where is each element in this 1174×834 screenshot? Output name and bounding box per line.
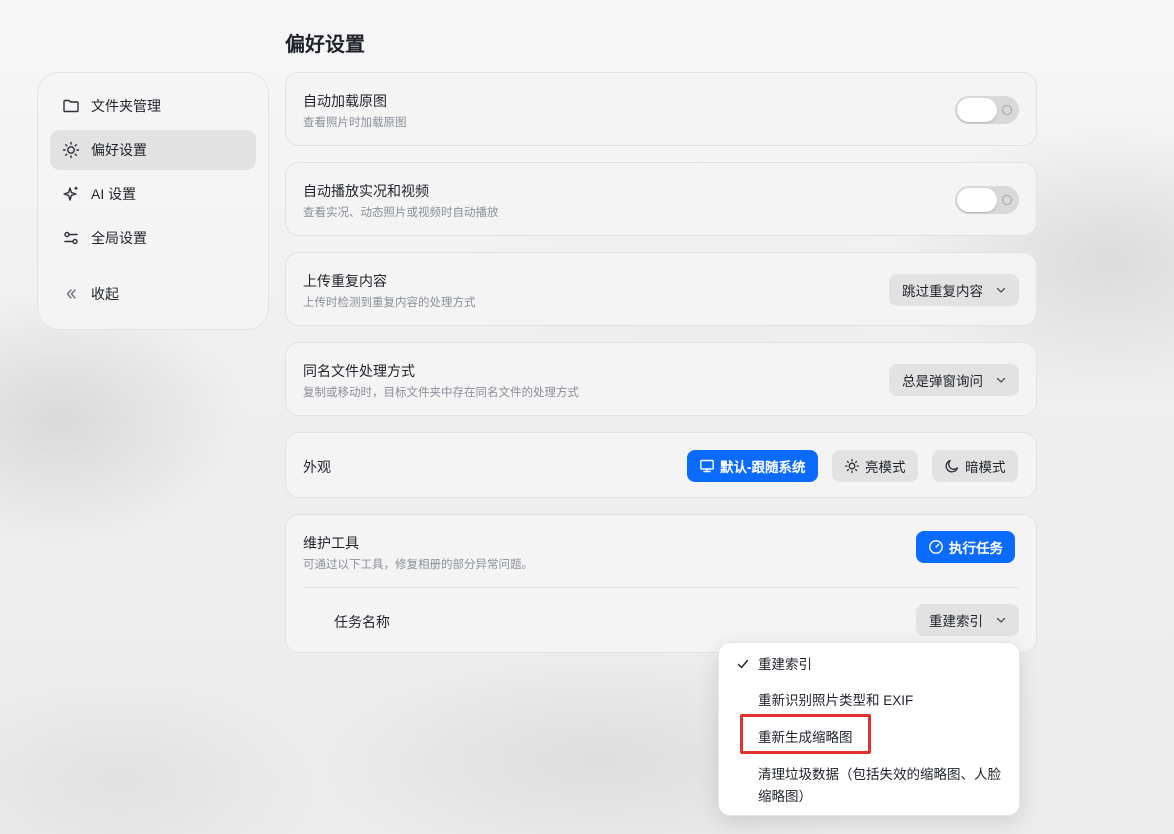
sun-icon bbox=[844, 458, 860, 474]
setting-card-appearance: 外观 默认-跟随系统 亮模式 暗模式 bbox=[285, 432, 1037, 498]
dropdown-option-reidentify-exif[interactable]: 重新识别照片类型和 EXIF bbox=[758, 690, 913, 712]
sidebar-item-ai-settings[interactable]: AI 设置 bbox=[50, 174, 256, 214]
sparkle-icon bbox=[62, 185, 80, 203]
sidebar-collapse-button[interactable]: 收起 bbox=[50, 274, 256, 314]
task-name-label: 任务名称 bbox=[334, 614, 390, 630]
gauge-icon bbox=[929, 540, 943, 554]
setting-description: 查看照片时加载原图 bbox=[303, 117, 407, 129]
setting-card-same-name: 同名文件处理方式 复制或移动时，目标文件夹中存在同名文件的处理方式 总是弹窗询问 bbox=[285, 342, 1037, 416]
run-task-button[interactable]: 执行任务 bbox=[916, 531, 1015, 563]
run-task-label: 执行任务 bbox=[949, 541, 1003, 556]
toggle-knob bbox=[957, 188, 997, 212]
folder-icon bbox=[62, 97, 80, 115]
setting-title: 自动播放实况和视频 bbox=[303, 183, 429, 199]
task-select[interactable]: 重建索引 bbox=[916, 604, 1019, 636]
sun-icon bbox=[62, 141, 80, 159]
sidebar-item-label: 全局设置 bbox=[91, 230, 147, 246]
select-value: 重建索引 bbox=[929, 614, 983, 629]
appearance-option-label: 默认-跟随系统 bbox=[720, 460, 806, 475]
setting-description: 查看实况、动态照片或视频时自动播放 bbox=[303, 207, 499, 219]
double-chevron-left-icon bbox=[62, 285, 80, 303]
same-name-select[interactable]: 总是弹窗询问 bbox=[889, 364, 1019, 396]
setting-description: 可通过以下工具，修复相册的部分异常问题。 bbox=[303, 559, 533, 571]
monitor-icon bbox=[700, 459, 714, 473]
chevron-down-icon bbox=[996, 287, 1006, 293]
sidebar-item-label: 文件夹管理 bbox=[91, 98, 161, 114]
setting-title: 同名文件处理方式 bbox=[303, 363, 415, 379]
appearance-light-button[interactable]: 亮模式 bbox=[832, 450, 918, 482]
auto-load-original-toggle[interactable] bbox=[955, 96, 1019, 124]
appearance-dark-button[interactable]: 暗模式 bbox=[932, 450, 1018, 482]
setting-description: 复制或移动时，目标文件夹中存在同名文件的处理方式 bbox=[303, 387, 579, 399]
sidebar-item-label: 偏好设置 bbox=[91, 142, 147, 158]
appearance-option-label: 暗模式 bbox=[965, 460, 1006, 475]
setting-title: 上传重复内容 bbox=[303, 273, 387, 289]
check-icon bbox=[737, 659, 749, 669]
appearance-system-button[interactable]: 默认-跟随系统 bbox=[687, 450, 818, 482]
page-title: 偏好设置 bbox=[285, 34, 365, 56]
chevron-down-icon bbox=[996, 377, 1006, 383]
appearance-option-label: 亮模式 bbox=[865, 460, 906, 475]
setting-description: 上传时检测到重复内容的处理方式 bbox=[303, 297, 476, 309]
sidebar-collapse-label: 收起 bbox=[91, 286, 119, 302]
sidebar-item-label: AI 设置 bbox=[91, 186, 137, 202]
select-value: 跳过重复内容 bbox=[902, 284, 983, 299]
upload-duplicates-select[interactable]: 跳过重复内容 bbox=[889, 274, 1019, 306]
sidebar-item-folders[interactable]: 文件夹管理 bbox=[50, 86, 256, 126]
setting-card-maintenance: 维护工具 可通过以下工具，修复相册的部分异常问题。 执行任务 任务名称 重建索引 bbox=[285, 514, 1037, 653]
setting-title: 外观 bbox=[303, 459, 331, 475]
toggle-knob bbox=[957, 98, 997, 122]
setting-title: 自动加载原图 bbox=[303, 93, 387, 109]
setting-card-upload-duplicates: 上传重复内容 上传时检测到重复内容的处理方式 跳过重复内容 bbox=[285, 252, 1037, 326]
sidebar: 文件夹管理 偏好设置 AI 设置 全局设置 收起 bbox=[37, 72, 269, 330]
setting-title: 维护工具 bbox=[303, 535, 359, 551]
select-value: 总是弹窗询问 bbox=[902, 374, 983, 389]
toggle-off-indicator bbox=[1002, 195, 1012, 205]
moon-icon bbox=[945, 459, 959, 473]
setting-card-auto-load-original: 自动加载原图 查看照片时加载原图 bbox=[285, 72, 1037, 146]
sidebar-item-global-settings[interactable]: 全局设置 bbox=[50, 218, 256, 258]
chevron-down-icon bbox=[996, 617, 1006, 623]
sliders-icon bbox=[62, 229, 80, 247]
dropdown-option-rebuild-index[interactable]: 重建索引 bbox=[758, 654, 812, 676]
sidebar-item-preferences[interactable]: 偏好设置 bbox=[50, 130, 256, 170]
highlight-box bbox=[740, 714, 871, 754]
divider bbox=[303, 587, 1019, 588]
toggle-off-indicator bbox=[1002, 105, 1012, 115]
setting-card-autoplay: 自动播放实况和视频 查看实况、动态照片或视频时自动播放 bbox=[285, 162, 1037, 236]
autoplay-toggle[interactable] bbox=[955, 186, 1019, 214]
dropdown-option-clean-garbage[interactable]: 清理垃圾数据（包括失效的缩略图、人脸缩略图） bbox=[758, 764, 1008, 808]
